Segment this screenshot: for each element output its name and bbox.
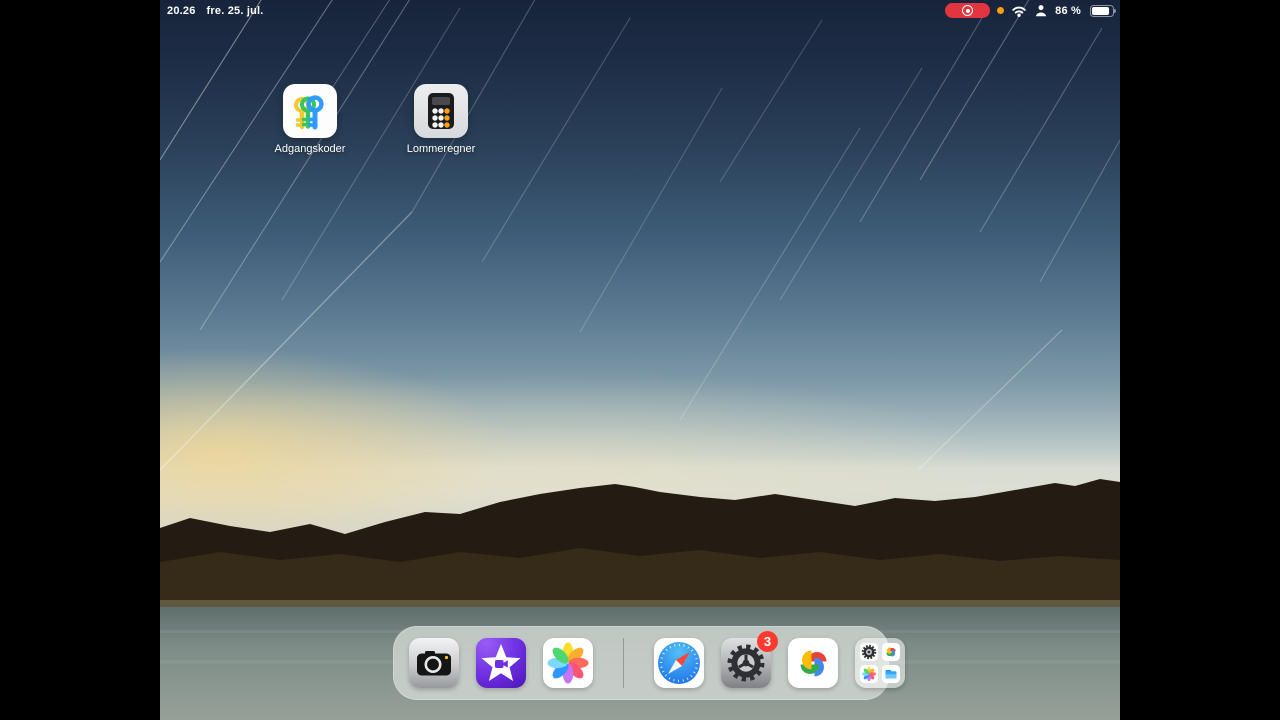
mini-files-icon: [882, 665, 900, 683]
app-label: Lommeregner: [381, 143, 501, 155]
dock-app-camera[interactable]: [409, 638, 459, 688]
calculator-icon[interactable]: [414, 84, 468, 138]
user-icon: [1034, 4, 1048, 17]
dock-app-safari[interactable]: [654, 638, 704, 688]
mini-photos-icon: [860, 665, 878, 683]
status-date[interactable]: fre. 25. jul.: [207, 5, 264, 17]
passwords-keys-icon[interactable]: [283, 84, 337, 138]
google-photos-icon: [788, 638, 838, 688]
wifi-icon: [1011, 5, 1027, 17]
safari-icon: [654, 638, 704, 688]
mini-google-photos-icon: [882, 643, 900, 661]
dock-app-imovie[interactable]: [476, 638, 526, 688]
star-trails: [160, 0, 1120, 470]
battery-icon: [1090, 5, 1114, 17]
dock-app-google-photos[interactable]: [788, 638, 838, 688]
microphone-indicator-dot: [997, 7, 1004, 14]
camera-icon: [409, 638, 459, 688]
mini-settings-icon: [860, 643, 878, 661]
app-library-icon: [855, 638, 905, 688]
ipad-screen: 20.26 fre. 25. jul. 86 %: [160, 0, 1120, 720]
dock-app-photos[interactable]: [543, 638, 593, 688]
battery-percent: 86 %: [1055, 5, 1081, 17]
settings-badge: 3: [757, 631, 778, 652]
screen-recording-pill[interactable]: [945, 3, 990, 18]
record-icon: [962, 5, 973, 16]
status-time[interactable]: 20.26: [167, 5, 196, 17]
imovie-icon: [476, 638, 526, 688]
dock-app-library[interactable]: [855, 638, 905, 688]
app-adgangskoder[interactable]: Adgangskoder: [250, 84, 370, 155]
status-bar: 20.26 fre. 25. jul. 86 %: [160, 0, 1120, 21]
photos-icon: [543, 638, 593, 688]
app-lommeregner[interactable]: Lommeregner: [381, 84, 501, 155]
app-label: Adgangskoder: [250, 143, 370, 155]
dock-app-settings[interactable]: 3: [721, 638, 771, 688]
shoreline: [160, 600, 1120, 608]
letterboxed-stage: 20.26 fre. 25. jul. 86 %: [0, 0, 1280, 720]
dock: 3: [393, 626, 889, 700]
dock-divider: [623, 638, 624, 688]
